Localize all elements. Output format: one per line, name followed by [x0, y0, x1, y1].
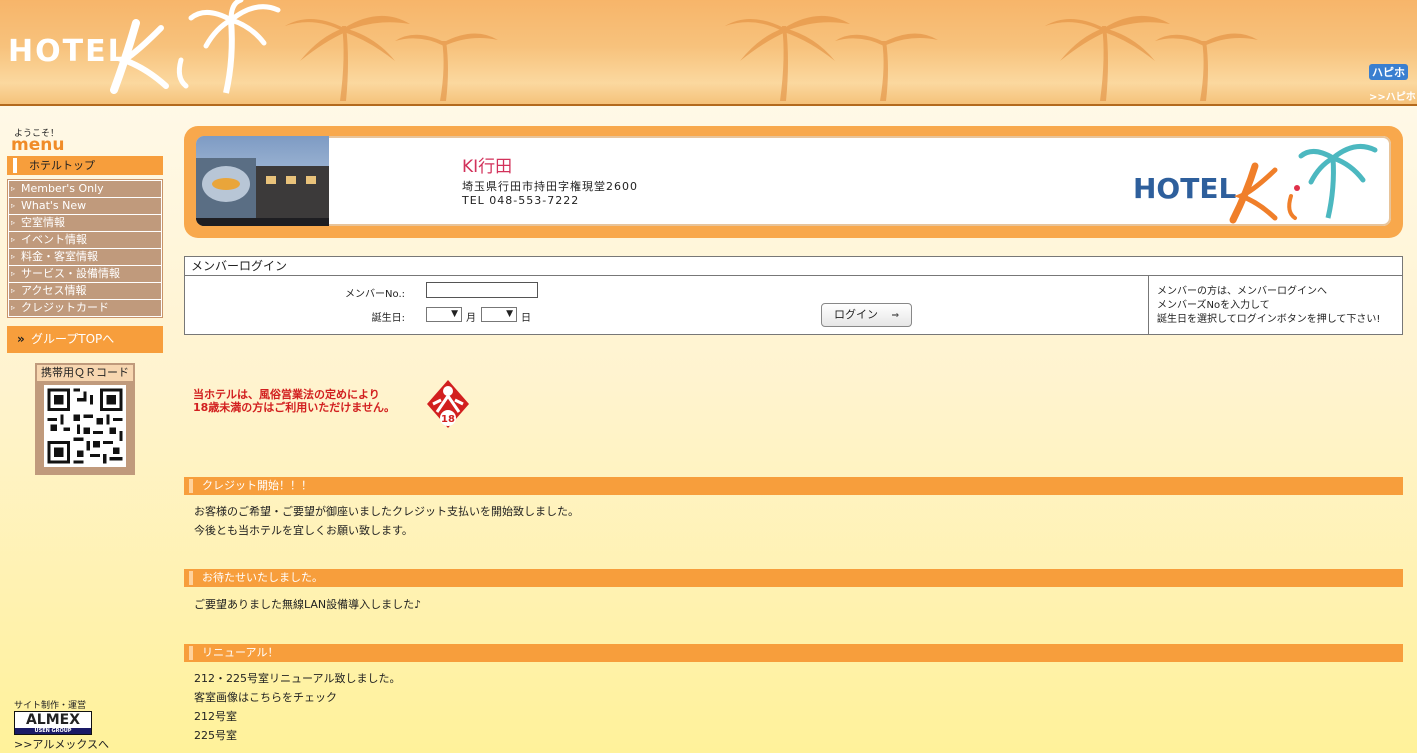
qr-label: 携帯用ＱＲコード — [37, 365, 133, 381]
sidebar-item-members-only[interactable]: Member's Only — [9, 181, 161, 197]
hotel-address: 埼玉県行田市持田字権現堂2600 — [462, 180, 638, 193]
sidebar-item-vacancy[interactable]: 空室情報 — [9, 215, 161, 231]
sidebar-item-credit-card[interactable]: クレジットカード — [9, 300, 161, 316]
group-top-link[interactable]: グループTOPへ — [7, 326, 163, 353]
sidebar-item-rates-rooms[interactable]: 料金・客室情報 — [9, 249, 161, 265]
age-mark-number: 18 — [441, 414, 455, 425]
birth-day-select[interactable]: ▼ — [481, 307, 517, 322]
hotel-exterior-photo — [196, 136, 329, 226]
login-button[interactable]: ログイン ⇒ — [821, 303, 912, 327]
almex-link[interactable]: >>アルメックスへ — [14, 736, 124, 752]
age-notice-line: 当ホテルは、風俗営業法の定めにより — [193, 388, 380, 401]
hotel-name: KI行田 — [462, 157, 513, 177]
member-no-label: メンバーNo.: — [345, 289, 405, 300]
section-body: 212・225号室リニューアル致しました。 客室画像はこちらをチェック 212号… — [194, 669, 400, 745]
hotel-top-link[interactable]: ホテルトップ — [7, 156, 163, 175]
login-help: メンバーの方は、メンバーログインへ メンバーズNoを入力して 誕生日を選択してロ… — [1148, 276, 1403, 334]
login-button-label: ログイン — [833, 308, 878, 321]
day-label: 日 — [521, 313, 531, 324]
almex-logo[interactable]: ALMEX USEN GROUP — [14, 711, 92, 735]
sidebar: ようこそ！ menu ホテルトップ Member's Only What's N… — [7, 126, 163, 475]
sidebar-item-access[interactable]: アクセス情報 — [9, 283, 161, 299]
qr-code-box: 携帯用ＱＲコード — [35, 363, 135, 475]
hotel-ki-logo[interactable] — [106, 0, 286, 98]
palm-tree-decoration — [285, 15, 498, 101]
almex-logo-text: ALMEX — [25, 712, 81, 728]
section-line: お客様のご希望・ご要望が御座いましたクレジット支払いを開始致しました。 — [194, 505, 579, 518]
section-line: ご要望ありました無線LAN設備導入しました♪ — [194, 598, 422, 611]
login-help-line: メンバーズNoを入力して — [1157, 300, 1270, 311]
member-login-panel: メンバーログイン メンバーNo.: 誕生日: ▼ 月 ▼ 日 ログイン ⇒ メン… — [184, 256, 1403, 335]
age-notice-text: 当ホテルは、風俗営業法の定めにより 18歳未満の方はご利用いただけません。 — [193, 388, 395, 414]
login-help-line: メンバーの方は、メンバーログインへ — [1157, 286, 1327, 297]
section-line: 212・225号室リニューアル致しました。 — [194, 672, 401, 685]
sidebar-item-services[interactable]: サービス・設備情報 — [9, 266, 161, 282]
birthday-label: 誕生日: — [371, 313, 405, 324]
hapi-hotel-link[interactable]: ハピホ >>ハピホテ — [1367, 62, 1417, 103]
almex-logo-subtext: USEN GROUP — [15, 728, 91, 734]
arrow-right-icon: ⇒ — [891, 311, 900, 321]
login-help-line: 誕生日を選択してログインボタンを押して下さい! — [1157, 314, 1381, 325]
login-body: メンバーNo.: 誕生日: ▼ 月 ▼ 日 ログイン ⇒ メンバーの方は、メンバ… — [185, 276, 1402, 334]
banner-logo-text: HOTEL — [1133, 172, 1236, 205]
chevron-down-icon: ▼ — [506, 309, 513, 319]
section-line: 今後とも当ホテルを宜しくお願い致します。 — [194, 524, 413, 537]
banner-inner: KI行田 埼玉県行田市持田字権現堂2600 TEL 048-553-7222 H… — [196, 136, 1391, 226]
site-production-caption: サイト制作・運営 — [14, 701, 87, 711]
age-notice-line: 18歳未満の方はご利用いただけません。 — [193, 401, 395, 414]
sidebar-item-events[interactable]: イベント情報 — [9, 232, 161, 248]
room-212-link[interactable]: 212号室 — [194, 707, 400, 726]
palm-tree-decoration — [725, 15, 938, 101]
sidebar-item-whats-new[interactable]: What's New — [9, 198, 161, 214]
qr-code-image — [44, 385, 126, 467]
member-no-input[interactable] — [426, 282, 538, 298]
section-link[interactable]: 客室画像はこちらをチェック — [194, 688, 400, 707]
hotel-ki-banner-logo: HOTEL — [1133, 143, 1378, 224]
section-heading: リニューアル！ — [184, 644, 1403, 662]
login-title: メンバーログイン — [185, 257, 1402, 276]
room-225-link[interactable]: 225号室 — [194, 726, 400, 745]
birth-month-select[interactable]: ▼ — [426, 307, 462, 322]
hotel-building-image — [196, 158, 329, 226]
section-heading: クレジット開始！！！ — [184, 477, 1403, 495]
sidebar-menu: Member's Only What's New 空室情報 イベント情報 料金・… — [7, 179, 163, 318]
hapi-link-text[interactable]: >>ハピホテ — [1369, 88, 1417, 104]
hotel-banner: KI行田 埼玉県行田市持田字権現堂2600 TEL 048-553-7222 H… — [184, 126, 1403, 238]
palm-tree-decoration — [1045, 15, 1258, 101]
almex-credit: サイト制作・運営 ALMEX USEN GROUP >>アルメックスへ — [14, 698, 124, 752]
month-label: 月 — [466, 313, 476, 324]
age-restriction-notice: 当ホテルは、風俗営業法の定めにより 18歳未満の方はご利用いただけません。 18 — [193, 378, 483, 430]
hapi-logo[interactable]: ハピホ — [1369, 64, 1408, 80]
section-heading: お待たせいたしました。 — [184, 569, 1403, 587]
chevron-down-icon: ▼ — [451, 309, 458, 319]
section-body: ご要望ありました無線LAN設備導入しました♪ — [194, 595, 421, 614]
age-18-mark-icon: 18 — [427, 380, 469, 428]
site-header: HOTEL ハピホ >>ハピホテ — [0, 0, 1417, 106]
hotel-phone: TEL 048-553-7222 — [462, 194, 580, 207]
section-body: お客様のご希望・ご要望が御座いましたクレジット支払いを開始致しました。 今後とも… — [194, 502, 579, 540]
menu-title: menu — [11, 135, 65, 155]
